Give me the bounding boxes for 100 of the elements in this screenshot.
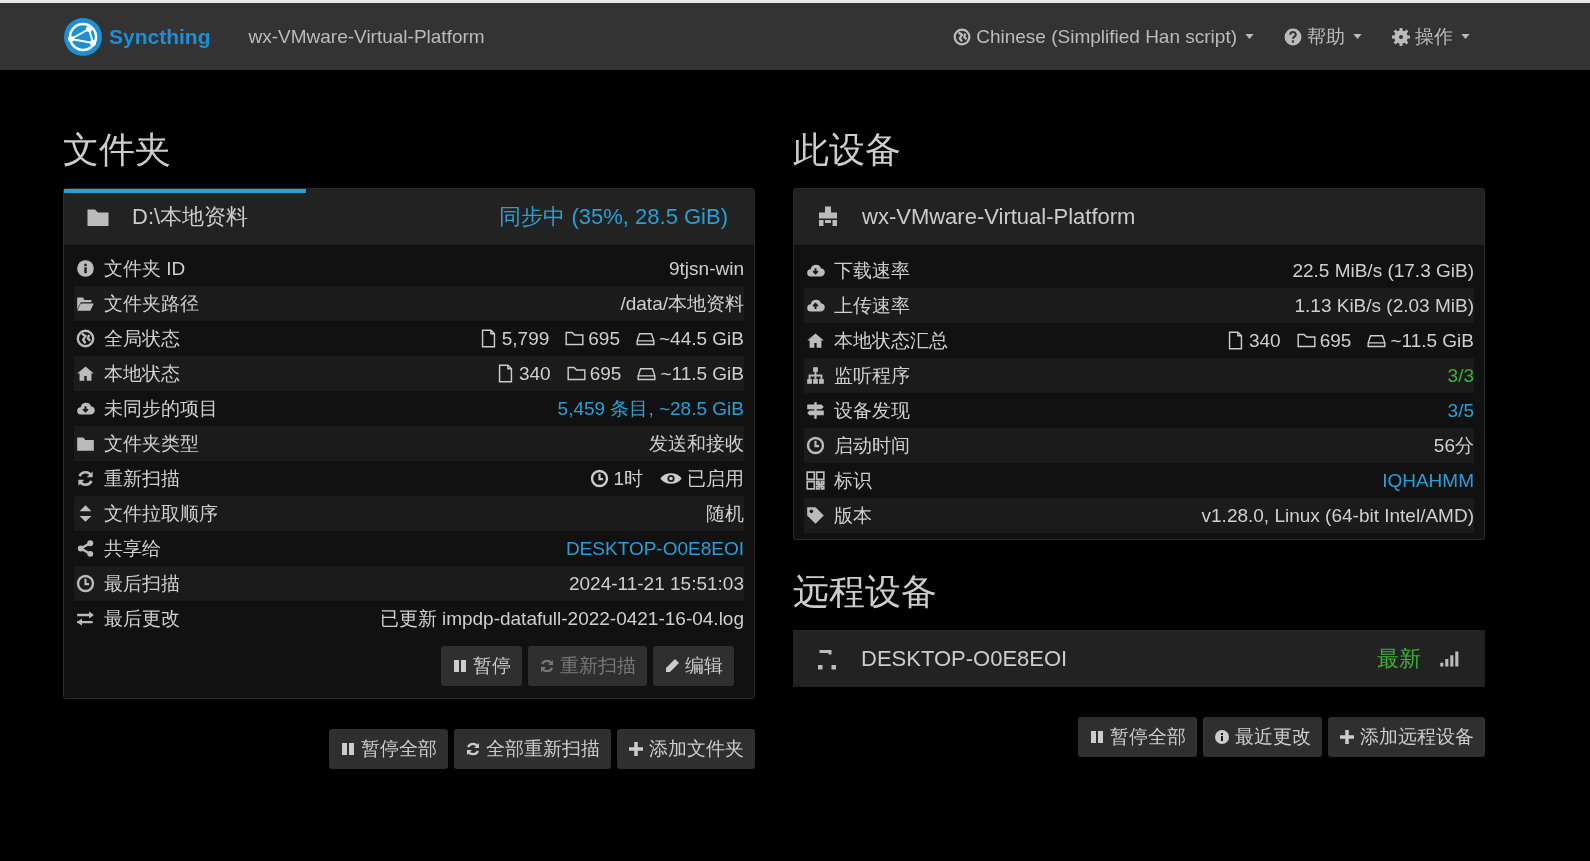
row-link[interactable]: 5,459 条目, ~28.5 GiB bbox=[557, 395, 744, 422]
plus-icon bbox=[1339, 729, 1355, 745]
row-value: 3/3 bbox=[1447, 364, 1474, 387]
refresh-icon bbox=[539, 658, 555, 674]
home-icon bbox=[806, 331, 825, 350]
folder-name[interactable]: D:\本地资料 bbox=[132, 202, 249, 232]
device-title[interactable]: wx-VMware-Virtual-Platform bbox=[862, 204, 1136, 230]
folder-icon bbox=[566, 364, 586, 383]
settings-icon bbox=[1392, 27, 1410, 46]
row-label: 未同步的项目 bbox=[104, 396, 218, 421]
file-count: 340 bbox=[518, 362, 551, 385]
row-label: 上传速率 bbox=[834, 293, 910, 318]
row-label: 本地状态汇总 bbox=[834, 328, 948, 353]
arrows-icon bbox=[76, 609, 95, 628]
folder-action-button[interactable]: 暂停 bbox=[441, 646, 522, 686]
folder-list-button[interactable]: 暂停全部 bbox=[329, 729, 448, 769]
rescan-interval: 1时 bbox=[613, 466, 643, 491]
sync-status: 同步中 (35%, 28.5 GiB) bbox=[499, 203, 728, 231]
size-value: ~11.5 GiB bbox=[1390, 329, 1474, 352]
file-count: 340 bbox=[1248, 329, 1281, 352]
menu-dropdown[interactable]: 帮助 bbox=[1284, 23, 1362, 50]
device-list-button[interactable]: 最近更改 bbox=[1203, 717, 1322, 757]
row-label: 文件拉取顺序 bbox=[104, 501, 218, 526]
row-value: 发送和接收 bbox=[649, 431, 744, 456]
section-heading: 远程设备 bbox=[793, 570, 938, 614]
pencil-icon bbox=[664, 658, 680, 674]
row-label: 启动时间 bbox=[834, 433, 910, 458]
caret-icon bbox=[1353, 34, 1362, 39]
row-label: 版本 bbox=[834, 503, 872, 528]
row-label: 本地状态 bbox=[104, 361, 180, 386]
row-value: 已更新 impdp-datafull-2022-0421-16-04.log bbox=[379, 606, 744, 631]
folder-count: 695 bbox=[1319, 329, 1352, 352]
plus-icon bbox=[628, 741, 644, 757]
row-value: 随机 bbox=[706, 501, 744, 526]
refresh-icon bbox=[76, 469, 95, 488]
file-count: 5,799 bbox=[501, 327, 550, 350]
home-icon bbox=[76, 364, 95, 383]
pause-icon bbox=[452, 658, 468, 674]
device-status: 最新 bbox=[1377, 644, 1421, 673]
folder-action-button[interactable]: 编辑 bbox=[653, 646, 734, 686]
row-value: 22.5 MiB/s (17.3 GiB) bbox=[1292, 259, 1474, 282]
row-value: /data/本地资料 bbox=[620, 291, 744, 316]
row-value: 56分 bbox=[1433, 433, 1474, 458]
row-value: 9tjsn-win bbox=[669, 257, 744, 280]
refresh-icon bbox=[465, 741, 481, 757]
folder-icon bbox=[565, 329, 585, 348]
row-label: 全局状态 bbox=[104, 326, 180, 351]
row-label: 设备发现 bbox=[834, 398, 910, 423]
menu-dropdown[interactable]: 操作 bbox=[1392, 23, 1470, 50]
row-link[interactable]: IQHAHMM bbox=[1382, 469, 1474, 492]
folder-list-button[interactable]: 添加文件夹 bbox=[617, 729, 755, 769]
pause-icon bbox=[1089, 729, 1105, 745]
caret-icon bbox=[1461, 34, 1470, 39]
caret-icon bbox=[1245, 34, 1254, 39]
row-label: 标识 bbox=[834, 468, 872, 493]
row-label: 下载速率 bbox=[834, 258, 910, 283]
row-label: 监听程序 bbox=[834, 363, 910, 388]
menu-dropdown[interactable]: Chinese (Simplified Han script) bbox=[953, 23, 1254, 50]
row-label: 共享给 bbox=[104, 536, 161, 561]
row-label: 最后更改 bbox=[104, 606, 180, 631]
share-icon bbox=[76, 539, 95, 558]
row-value: 1.13 KiB/s (2.03 MiB) bbox=[1294, 294, 1474, 317]
section-heading: 文件夹 bbox=[63, 128, 172, 172]
globe-icon bbox=[953, 27, 972, 46]
clock-icon bbox=[76, 574, 95, 593]
signpost-icon bbox=[806, 401, 825, 420]
info-icon bbox=[76, 259, 95, 278]
row-label: 文件夹类型 bbox=[104, 431, 199, 456]
globe-icon bbox=[76, 329, 95, 348]
row-link[interactable]: 3/5 bbox=[1447, 399, 1474, 422]
remote-device-panel[interactable]: DESKTOP-O0E8EOI 最新 bbox=[793, 630, 1485, 687]
pause-icon bbox=[340, 741, 356, 757]
row-link[interactable]: DESKTOP-O0E8EOI bbox=[565, 537, 744, 560]
help-icon bbox=[1284, 27, 1302, 46]
clock-icon bbox=[590, 469, 610, 488]
watcher-status: 已启用 bbox=[687, 466, 744, 491]
folder-icon bbox=[1296, 331, 1316, 350]
size-value: ~44.5 GiB bbox=[658, 327, 744, 350]
remote-device-name[interactable]: DESKTOP-O0E8EOI bbox=[861, 645, 1068, 672]
device-icon bbox=[816, 205, 840, 229]
section-heading: 此设备 bbox=[793, 128, 902, 172]
sitemap-icon bbox=[806, 366, 825, 385]
clock-icon bbox=[806, 436, 825, 455]
row-label: 最后扫描 bbox=[104, 571, 180, 596]
folder-count: 695 bbox=[589, 362, 622, 385]
row-label: 文件夹路径 bbox=[104, 291, 199, 316]
info-icon bbox=[1214, 729, 1230, 745]
row-label: 重新扫描 bbox=[104, 466, 180, 491]
logo-icon bbox=[63, 16, 103, 57]
brand-name[interactable]: Syncthing bbox=[109, 24, 211, 49]
row-value: v1.28.0, Linux (64-bit Intel/AMD) bbox=[1201, 504, 1474, 527]
row-label: 文件夹 ID bbox=[104, 256, 186, 281]
size-value: ~11.5 GiB bbox=[660, 362, 744, 385]
folder-list-button[interactable]: 全部重新扫描 bbox=[454, 729, 611, 769]
device-list-button[interactable]: 暂停全部 bbox=[1078, 717, 1197, 757]
folder-count: 695 bbox=[588, 327, 620, 350]
row-value: 2024-11-21 15:51:03 bbox=[568, 572, 744, 595]
qr-code-icon bbox=[806, 471, 825, 490]
device-list-button[interactable]: 添加远程设备 bbox=[1328, 717, 1485, 757]
device-name: wx-VMware-Virtual-Platform bbox=[248, 25, 485, 48]
